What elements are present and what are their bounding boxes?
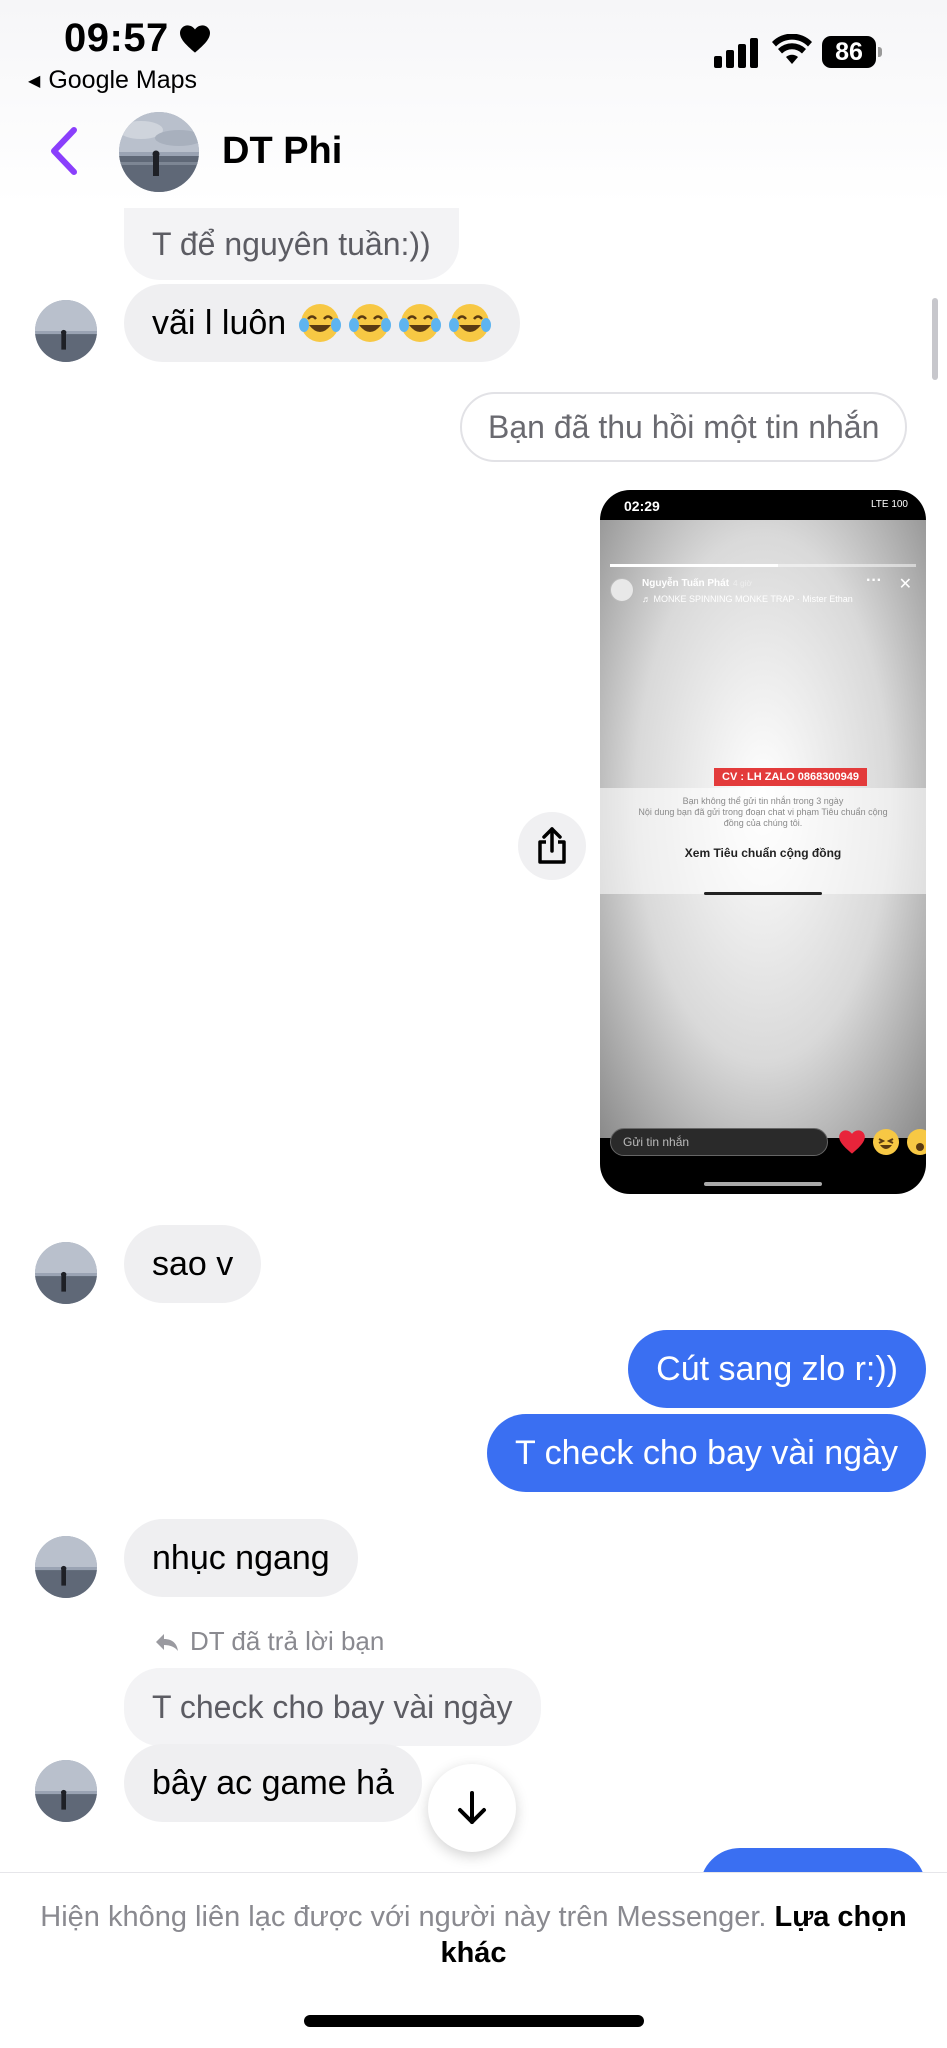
laughing-tears-emoji-icon (299, 304, 342, 342)
sender-avatar[interactable] (35, 300, 97, 362)
screenshot-status: LTE 100 (870, 499, 908, 510)
wifi-icon (772, 34, 812, 64)
back-triangle-icon: ◀ (28, 73, 41, 90)
scrollbar[interactable] (932, 298, 938, 380)
message-text: nhục ngang (152, 1539, 330, 1577)
outgoing-message[interactable]: Cút sang zlo r:)) (628, 1330, 926, 1408)
incoming-message[interactable]: sao v (124, 1225, 262, 1303)
laughing-tears-emoji-icon (399, 304, 442, 342)
story-avatar (610, 578, 634, 602)
divider (704, 892, 822, 895)
grin-reaction-icon (873, 1129, 899, 1155)
screenshot-time: 02:29 (624, 498, 660, 514)
story-reply-input: Gửi tin nhắn (610, 1128, 828, 1156)
message-text: sao v (152, 1245, 234, 1283)
back-app-label: Google Maps (48, 66, 198, 94)
message-text: T check cho bay vài ngày (514, 1434, 898, 1472)
message-text: bây ac game hả (152, 1764, 394, 1802)
unavailable-notice-text: Hiện không liên lạc được với người này t… (40, 1901, 767, 1933)
composer-unavailable-footer: Hiện không liên lạc được với người này t… (0, 1872, 947, 2048)
message-text: Bạn đã thu hồi một tin nhắn (488, 409, 880, 445)
incoming-message[interactable]: bây ac game hả (124, 1744, 422, 1822)
red-label: CV : LH ZALO 0868300949 (714, 768, 867, 786)
screenshot-home-indicator (704, 1182, 822, 1186)
contact-avatar[interactable] (119, 112, 199, 192)
laughing-tears-emoji-icon (449, 304, 492, 342)
sender-avatar[interactable] (35, 1536, 97, 1598)
unsent-message-notice: Bạn đã thu hồi một tin nhắn (460, 392, 908, 462)
story-song: ♬ MONKE SPINNING MONKE TRAP · Mister Eth… (642, 594, 853, 604)
reply-quote-bubble[interactable]: T để nguyên tuần:)) (124, 208, 459, 280)
incoming-message[interactable]: nhục ngang (124, 1519, 358, 1597)
outgoing-message[interactable]: T check cho bay vài ngày (486, 1414, 926, 1492)
reply-quote-bubble[interactable]: T check cho bay vài ngày (124, 1668, 541, 1746)
battery-level: 86 (822, 36, 876, 68)
sender-avatar[interactable] (35, 1242, 97, 1304)
reply-label-text: DT đã trả lời bạn (190, 1626, 385, 1656)
story-view: Nguyễn Tuấn Phát 4 giờ ♬ MONKE SPINNING M… (600, 520, 926, 1138)
message-text: vãi l luôn (152, 304, 287, 342)
message-text: T để nguyên tuần:)) (152, 226, 431, 262)
close-icon: ✕ (898, 576, 912, 593)
message-text: T check cho bay vài ngày (152, 1689, 513, 1725)
wow-reaction-icon (907, 1129, 926, 1155)
message-text: Cút sang zlo r:)) (656, 1350, 898, 1388)
back-to-app-link[interactable]: ◀ Google Maps (28, 66, 197, 95)
more-icon: ··· (866, 572, 882, 589)
story-progress-bar (610, 564, 916, 567)
heart-icon (180, 25, 210, 53)
battery-indicator: 86 (822, 36, 882, 68)
restriction-notice: Bạn không thể gửi tin nhắn trong 3 ngày … (638, 796, 888, 828)
heart-reaction-icon (839, 1130, 865, 1154)
reply-arrow-icon (156, 1633, 178, 1651)
sender-avatar[interactable] (35, 1760, 97, 1822)
unavailable-notice: Hiện không liên lạc được với người này t… (40, 1899, 907, 1971)
share-button[interactable] (518, 812, 586, 880)
contact-name[interactable]: DT Phi (222, 130, 342, 173)
scroll-to-bottom-button[interactable] (428, 1764, 516, 1852)
back-chevron-icon[interactable] (46, 126, 80, 176)
home-indicator[interactable] (304, 2015, 644, 2027)
laughing-tears-emoji-icon (349, 304, 392, 342)
incoming-message[interactable]: vãi l luôn (124, 284, 521, 362)
arrow-down-icon (458, 1791, 486, 1824)
reply-label: DT đã trả lời bạn (154, 1626, 384, 1657)
community-standards-link: Xem Tiêu chuẩn cộng đồng (684, 846, 842, 860)
share-icon (538, 827, 566, 864)
status-time: 09:57 (64, 16, 169, 60)
cellular-signal-icon (714, 38, 760, 68)
shared-screenshot-image[interactable]: 02:29 LTE 100 Nguyễn Tuấn Phát 4 giờ ♬ MO… (600, 490, 926, 1194)
story-user: Nguyễn Tuấn Phát 4 giờ (642, 578, 752, 589)
